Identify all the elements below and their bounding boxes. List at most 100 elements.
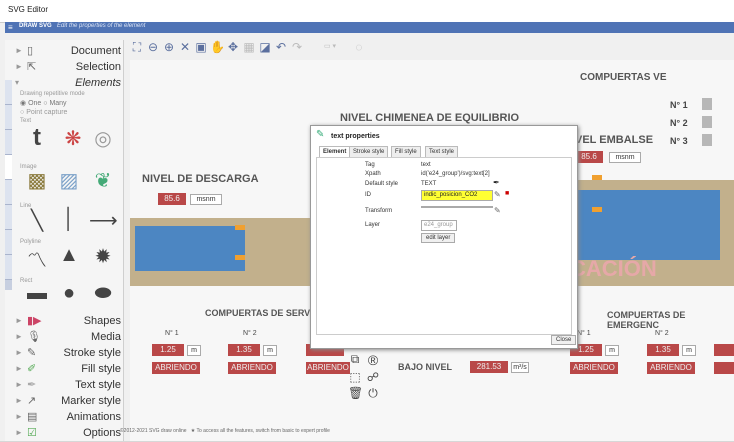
zoom-in-icon[interactable]: ⊕ [162,40,176,54]
marker-icon: ↗ [27,395,37,407]
xpath-value: id('e24_group')/svg:text[2] [421,171,490,177]
expand-arrow-icon: ► [15,396,23,405]
indicator-orange [235,225,245,230]
rect-tool-icon[interactable]: ▬ [23,282,51,305]
embalse-value: 85.6 [575,151,603,163]
gate-n2-value [702,116,712,128]
nivel-chimenea-title: NIVEL CHIMENEA DE EQUILIBRIO [340,112,520,124]
link-icon[interactable]: ☍ [366,370,380,384]
text-tool-icon[interactable]: t [23,124,51,152]
vertical-tab-active[interactable] [5,155,12,180]
pan-hand-icon[interactable]: ✋ [210,40,225,54]
compuertas-ve-title: COMPUERTAS VE [580,72,667,83]
fit-icon[interactable]: ⛶ [130,40,144,54]
tag-label: Tag [365,162,375,168]
collapse-arrow-icon: ▾ [15,78,20,87]
marker-style-section[interactable]: ► ↗ Marker style [15,394,125,410]
zoom-area-icon[interactable]: ▣ [194,40,208,54]
expand-arrow-icon: ► [15,412,23,421]
vertical-tab[interactable] [5,80,12,105]
cacion-label: CACIÓN [570,256,657,281]
transform-input[interactable] [421,206,493,208]
hamburger-menu-icon[interactable]: ≡ [8,23,13,32]
stroke-style-section[interactable]: ► ✎ Stroke style [15,346,125,362]
symbol-tool-icon[interactable]: ❋ [59,126,87,151]
vertical-tab[interactable] [5,205,12,230]
vertical-tab[interactable] [5,255,12,280]
checkbox-icon: ☑ [27,427,37,439]
fill-style-section[interactable]: ► ✐ Fill style [15,362,125,378]
cursor-icon: ⇱ [27,61,37,73]
line-vertical-icon[interactable]: │ [55,208,83,231]
group-icon[interactable]: ⬚ [348,370,362,384]
power-icon[interactable]: ⏻ [366,386,380,401]
expand-arrow-icon: ► [15,364,23,373]
gate-n3-value [702,134,712,146]
line-diagonal-icon[interactable]: ╲ [23,208,51,233]
layer-select[interactable]: e24_group [421,220,457,231]
app-logo: DRAW SVG [19,23,52,29]
text-properties-dialog: ✎ text properties Element Stroke style F… [310,125,578,349]
vertical-tab[interactable] [5,230,12,255]
circle-tool-icon[interactable]: ● [55,282,83,305]
zoom-fit-icon[interactable]: ✕ [178,40,192,54]
text-style-section[interactable]: ► ✒ Text style [15,378,125,394]
emergencia-n2-label: N° 2 [655,330,669,337]
mode-options: ◉ One ○ Many [20,100,67,107]
polygon-tool-icon[interactable]: ▲ [55,244,83,267]
vertical-tab[interactable] [5,180,12,205]
servicio-n1-value: 1.25 [152,344,184,356]
grid-icon[interactable]: ▦ [242,40,256,54]
gate-n1-label: N° 1 [670,100,688,110]
footer: ©2012-2021 SVG draw online ★ To access a… [120,428,330,434]
snap-icon[interactable]: ◪ [258,40,272,54]
redo-icon[interactable]: ↷ [290,40,304,54]
shapes-section[interactable]: ► ▮▶ Shapes [15,314,125,330]
elements-section[interactable]: ▾ Elements [15,76,125,92]
id-label: ID [365,192,371,198]
id-input[interactable]: indic_posicion_CO2 [421,190,493,201]
document-icon: ▯ [27,45,34,57]
polyline-tool-icon[interactable]: 〽 [23,244,51,273]
dialog-title: text properties [331,133,380,140]
edit-id-icon[interactable]: ✎ [494,190,501,199]
expand-arrow-icon: ► [15,380,23,389]
radio-many-icon[interactable]: ○ [43,100,47,107]
zoom-select[interactable]: ▭ ▾ [310,40,350,54]
edit-layer-button[interactable]: edit layer [421,233,456,243]
options-section[interactable]: ► ☑ Options [15,426,125,442]
point-capture-option[interactable]: ○ Point capture [20,109,67,116]
zoom-out-icon[interactable]: ⊖ [146,40,160,54]
edit-transform-icon[interactable]: ✎ [494,206,501,215]
left-panel: ► ▯ Document ► ⇱ Selection ▾ Elements Dr… [5,40,124,441]
bajo-nivel-value: 281.53 [470,361,508,373]
vertical-tab[interactable] [5,130,12,155]
bird-tool-icon[interactable]: ❦ [89,168,117,193]
document-section[interactable]: ► ▯ Document [15,44,125,60]
duplicate-icon[interactable]: ⧉ [348,352,362,367]
animations-section[interactable]: ► ▤ Animations [15,410,125,426]
image-tool-icon[interactable]: ▩ [23,168,51,193]
indicator-orange [235,255,245,260]
undo-icon[interactable]: ↶ [274,40,288,54]
embalse-unit: msnm [609,152,641,163]
radio-one-icon[interactable]: ◉ [20,100,26,107]
tag-value: text [421,162,431,168]
media-section[interactable]: ► 🎙 Media [15,330,125,346]
vertical-tab[interactable] [5,105,12,130]
line-horizontal-icon[interactable]: ⟶ [89,208,118,233]
edit-icon[interactable]: ® [366,352,380,368]
help-icon[interactable]: ◌ [352,40,366,54]
close-button[interactable]: Close [551,335,577,345]
selection-section[interactable]: ► ⇱ Selection [15,60,125,76]
text-path-tool-icon[interactable]: ◎ [89,126,117,151]
picture-tool-icon[interactable]: ▨ [55,168,83,193]
delete-icon[interactable]: 🗑 [348,386,363,400]
copyright-text: ©2012-2021 SVG draw online [120,428,187,434]
ellipse-tool-icon[interactable]: ⬬ [89,282,117,305]
delete-id-icon[interactable]: ■ [505,190,509,197]
emergencia-n3-status [714,362,734,374]
move-icon[interactable]: ✥ [226,40,240,54]
edit-pen-icon[interactable]: ✒ [493,178,500,187]
star-tool-icon[interactable]: ✹ [89,244,117,269]
